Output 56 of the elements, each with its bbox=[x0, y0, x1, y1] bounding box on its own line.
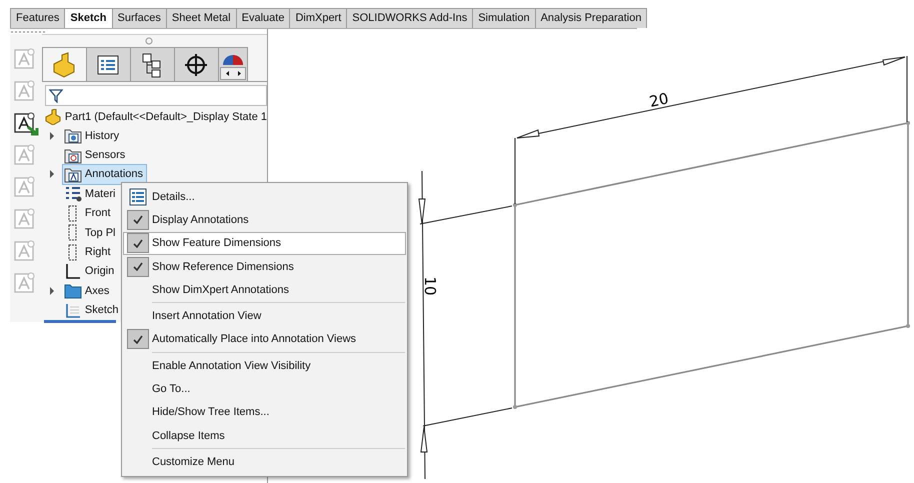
tree-item[interactable]: Top Pl bbox=[62, 222, 120, 244]
sketch-icon bbox=[64, 302, 82, 319]
filter-field[interactable] bbox=[44, 85, 267, 106]
expand-caret-icon[interactable] bbox=[48, 132, 55, 140]
tab-scroll-arrows[interactable] bbox=[220, 67, 246, 80]
menu-item[interactable]: Details... bbox=[123, 185, 406, 208]
tree-root-label[interactable]: Part1 (Default<<Default>_Display State 1 bbox=[64, 111, 267, 123]
ribbon-tab[interactable]: Sheet Metal bbox=[166, 8, 237, 28]
ribbon-tab[interactable]: DimXpert bbox=[289, 8, 348, 28]
part-icon bbox=[44, 109, 61, 125]
tree-item[interactable]: Front bbox=[62, 202, 115, 224]
menu-item[interactable]: Show DimXpert Annotations bbox=[123, 278, 406, 302]
tree-item[interactable]: Origin bbox=[62, 260, 118, 282]
tree-item[interactable]: Materi bbox=[62, 183, 120, 204]
ribbon-tab[interactable]: Features bbox=[10, 8, 66, 28]
ribbon-tab[interactable]: Evaluate bbox=[236, 8, 290, 28]
tree-item[interactable]: Sketch bbox=[62, 300, 123, 321]
expand-caret-icon[interactable] bbox=[48, 286, 55, 295]
filter-icon bbox=[48, 88, 63, 102]
sensors-folder-icon bbox=[64, 146, 82, 164]
annotations-folder-icon bbox=[64, 166, 82, 183]
menu-item[interactable]: Enable Annotation View Visibility bbox=[123, 354, 406, 378]
menu-item[interactable]: Display Annotations bbox=[123, 208, 406, 232]
tree-item[interactable]: Axes bbox=[62, 280, 114, 302]
dimension-value[interactable]: 20 bbox=[648, 89, 670, 111]
tree-item[interactable]: Right bbox=[62, 242, 115, 263]
tree-item[interactable]: Sensors bbox=[62, 144, 130, 166]
dimension-value[interactable]: 10 bbox=[421, 276, 439, 296]
history-folder-icon bbox=[64, 127, 82, 144]
grip-icon bbox=[144, 37, 153, 45]
grip-icon bbox=[10, 30, 46, 34]
ribbon-tab[interactable]: Simulation bbox=[472, 8, 536, 28]
tree-item[interactable]: History bbox=[62, 125, 124, 146]
ribbon-tab[interactable]: Surfaces bbox=[112, 8, 167, 28]
tree-item[interactable]: Annotations bbox=[62, 164, 148, 185]
menu-item[interactable]: Go To... bbox=[123, 377, 406, 401]
ribbon-tab[interactable]: SOLIDWORKS Add-Ins bbox=[346, 8, 474, 28]
crosshair-icon bbox=[183, 52, 210, 78]
menu-item[interactable]: Hide/Show Tree Items... bbox=[123, 400, 406, 424]
folder-icon bbox=[64, 282, 82, 300]
menu-item[interactable]: Show Reference Dimensions bbox=[123, 254, 406, 278]
origin-icon bbox=[64, 262, 82, 280]
panel-tab[interactable] bbox=[86, 47, 131, 81]
ribbon-tab[interactable]: Analysis Preparation bbox=[534, 8, 648, 28]
menu-item[interactable]: Insert Annotation View bbox=[123, 304, 406, 328]
menu-item[interactable]: Show Feature Dimensions bbox=[123, 232, 406, 255]
material-icon bbox=[64, 185, 82, 202]
part-icon bbox=[51, 52, 78, 78]
menu-item[interactable]: Automatically Place into Annotation Views bbox=[123, 328, 406, 352]
menu-item[interactable]: Collapse Items bbox=[123, 424, 406, 448]
annotation-tool-icon[interactable] bbox=[12, 110, 40, 136]
panel-tab[interactable] bbox=[174, 47, 219, 81]
menu-item[interactable]: Customize Menu bbox=[123, 450, 406, 474]
expand-caret-icon[interactable] bbox=[48, 170, 55, 178]
panel-tab[interactable] bbox=[130, 47, 175, 81]
details-icon bbox=[129, 188, 147, 206]
